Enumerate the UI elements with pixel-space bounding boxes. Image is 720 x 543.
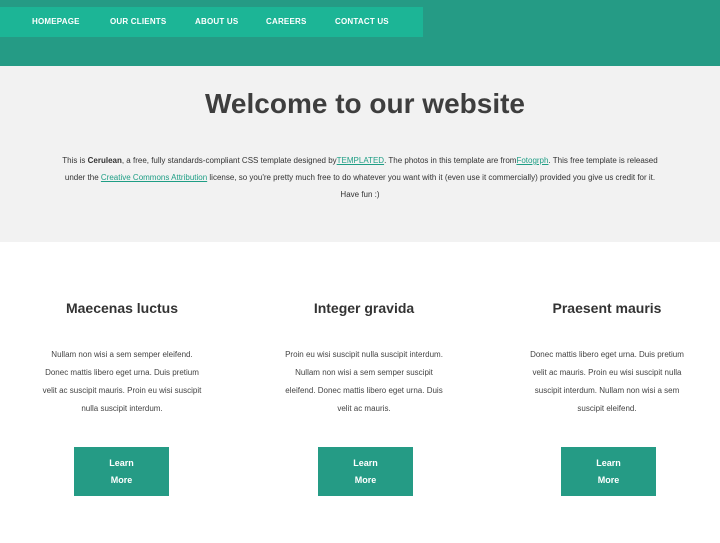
- fotogrph-link[interactable]: Fotogrph: [516, 156, 548, 165]
- column-text-line: nulla suscipit interdum.: [81, 404, 163, 413]
- intro-text: under the: [64, 173, 101, 182]
- site-header: HOMEPAGE OUR CLIENTS ABOUT US CAREERS CO…: [0, 0, 720, 66]
- column-text-line: eleifend. Donec mattis libero eget urna.…: [285, 386, 443, 395]
- feature-column-2: Integer gravida Proin eu wisi suscipit n…: [254, 300, 474, 496]
- welcome-banner: Welcome to our website This is Cerulean,…: [0, 66, 720, 242]
- column-text: Donec mattis libero eget urna. Duis pret…: [497, 346, 717, 418]
- button-label: Learn: [353, 457, 378, 468]
- templated-link[interactable]: TEMPLATED: [337, 156, 384, 165]
- column-text-line: Donec mattis libero eget urna. Duis pret…: [530, 350, 684, 359]
- banner-intro: This is Cerulean, a free, fully standard…: [0, 152, 720, 203]
- column-text-line: suscipit interdum. Nullam non wisi a sem: [534, 386, 680, 395]
- intro-line-2: under the Creative Commons Attribution l…: [0, 169, 720, 186]
- learn-more-button[interactable]: Learn More: [318, 447, 413, 496]
- learn-more-button[interactable]: Learn More: [74, 447, 169, 496]
- intro-line-1: This is Cerulean, a free, fully standard…: [0, 152, 720, 169]
- nav-homepage[interactable]: HOMEPAGE: [32, 7, 80, 37]
- button-label: More: [597, 474, 620, 485]
- intro-text: , a free, fully standards-compliant CSS …: [121, 156, 337, 165]
- feature-column-1: Maecenas luctus Nullam non wisi a sem se…: [12, 300, 232, 496]
- button-label: More: [354, 474, 377, 485]
- nav-contact-us[interactable]: CONTACT US: [335, 7, 389, 37]
- column-text: Proin eu wisi suscipit nulla suscipit in…: [254, 346, 474, 418]
- column-title: Maecenas luctus: [65, 300, 179, 316]
- intro-text: This is: [62, 156, 88, 165]
- brand-name: Cerulean: [87, 156, 122, 165]
- nav-about-us[interactable]: ABOUT US: [195, 7, 238, 37]
- button-label: Learn: [109, 457, 134, 468]
- column-text-line: Donec mattis libero eget urna. Duis pret…: [45, 368, 199, 377]
- column-text-line: velit ac mauris.: [337, 404, 391, 413]
- column-title: Praesent mauris: [552, 300, 662, 316]
- intro-text: . This free template is released: [548, 156, 658, 165]
- intro-line-3: Have fun :): [340, 190, 380, 199]
- column-title: Integer gravida: [313, 300, 415, 316]
- nav-careers[interactable]: CAREERS: [266, 7, 307, 37]
- column-text-line: velit ac mauris. Proin eu wisi suscipit …: [532, 368, 682, 377]
- column-text-line: Proin eu wisi suscipit nulla suscipit in…: [285, 350, 443, 359]
- intro-text: license, so you're pretty much free to d…: [207, 173, 656, 182]
- column-text: Nullam non wisi a sem semper eleifend. D…: [12, 346, 232, 418]
- learn-more-button[interactable]: Learn More: [561, 447, 656, 496]
- feature-column-3: Praesent mauris Donec mattis libero eget…: [497, 300, 717, 496]
- column-text-line: suscipit eleifend.: [577, 404, 637, 413]
- column-text-line: Nullam non wisi a sem semper eleifend.: [51, 350, 193, 359]
- nav-our-clients[interactable]: OUR CLIENTS: [110, 7, 166, 37]
- column-text-line: Nullam non wisi a sem semper suscipit: [295, 368, 433, 377]
- column-text-line: velit ac suscipit mauris. Proin eu wisi …: [42, 386, 202, 395]
- intro-text: . The photos in this template are from: [384, 156, 517, 165]
- button-label: More: [110, 474, 133, 485]
- creative-commons-link[interactable]: Creative Commons Attribution: [101, 173, 207, 182]
- main-nav: HOMEPAGE OUR CLIENTS ABOUT US CAREERS CO…: [0, 7, 423, 37]
- page-title: Welcome to our website: [205, 88, 525, 119]
- button-label: Learn: [596, 457, 621, 468]
